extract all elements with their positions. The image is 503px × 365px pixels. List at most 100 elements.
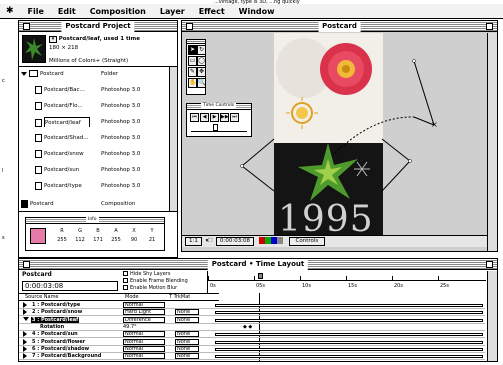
project-row[interactable]: Postcard/Flo... Photoshop 3.0 [21,101,167,111]
project-row[interactable]: Postcard Folder [21,69,167,79]
menu-layer[interactable]: Layer [160,7,185,16]
checkbox-icon[interactable] [123,285,128,290]
layer-row[interactable]: 6 : Postcard/shadow Normal None [19,345,485,353]
document-icon [35,118,42,127]
menu-file[interactable]: File [28,7,44,16]
close-box-icon[interactable] [23,261,30,268]
property-row[interactable]: Rotation 49.7° ◆ ◆ [19,324,485,331]
first-frame-button[interactable]: ⏮ [190,113,199,122]
prev-frame-button[interactable]: ◀ [200,113,209,122]
hand-tool-icon[interactable]: ✋ [188,78,197,88]
layer-row[interactable]: 7 : Postcard/Background Normal None [19,353,485,361]
selection-tool-icon[interactable]: ➤ [188,45,197,55]
timeline-option[interactable]: Hide Shy Layers [123,271,170,278]
timeline-titlebar[interactable]: Postcard • Time Layout [19,259,497,270]
layer-name: Rotation [40,323,65,330]
layer-row[interactable]: 4 : Postcard/sun Normal None [19,331,485,339]
project-row[interactable]: Postcard/snow Photoshop 3.0 [21,149,167,159]
layer-row[interactable]: 3 : Postcard/leaf Difference None [19,316,485,324]
time-slider-thumb[interactable] [213,124,218,131]
layer-trkmat[interactable]: None [175,345,199,352]
menu-composition[interactable]: Composition [90,7,146,16]
comp-timecode[interactable]: 0:00:03:08 [215,237,255,246]
timeline-option[interactable]: Enable Motion Blur [123,285,177,292]
apple-menu-icon[interactable]: ✱ [6,6,14,16]
layer-mode[interactable]: Hard Light [123,309,165,316]
layer-trkmat[interactable]: None [175,353,199,360]
ruler-label: 05s [256,283,265,289]
layer-duration-bar[interactable] [215,333,483,337]
layer-duration-bar[interactable] [215,340,483,344]
layer-mode[interactable]: Normal [123,302,165,308]
disclosure-triangle-icon[interactable] [23,353,27,360]
disclosure-triangle-icon[interactable] [23,309,27,316]
checkbox-icon[interactable] [123,278,128,283]
layer-mode[interactable]: Normal [123,345,165,352]
layer-mode[interactable]: Difference [123,316,165,323]
menu-effect[interactable]: Effect [199,7,225,16]
menu-bar: ✱ File Edit Composition Layer Effect Win… [0,4,503,19]
timeline-timecode[interactable]: 0:00:03:08 [22,281,118,291]
zoom-box-icon[interactable] [486,261,493,268]
layer-duration-bar[interactable] [215,318,483,322]
project-row[interactable]: Postcard/Shad... Photoshop 3.0 [21,133,167,143]
disclosure-triangle-icon[interactable] [23,302,27,308]
next-frame-button[interactable]: ▶▶ [220,113,229,122]
layer-row[interactable]: 5 : Postcard/flower Normal None [19,338,485,346]
time-slider[interactable] [191,126,247,132]
zoom-tool-icon[interactable]: 🔍 [197,78,206,88]
item-popup-icon[interactable]: ▾ [49,36,57,43]
project-titlebar[interactable]: Postcard Project [19,21,177,32]
timeline-scrollbar[interactable] [487,271,497,361]
zoom-level-popup[interactable]: 1:1 [185,237,202,246]
safe-zone-icon[interactable]: ▾⛶ [206,238,213,244]
project-row[interactable]: Postcard/leaf Photoshop 3.0 [21,117,167,127]
layer-row[interactable]: 2 : Postcard/snow Hard Light None [19,309,485,317]
keyframe-icon[interactable]: ◆ ◆ [243,324,252,330]
project-row[interactable]: Postcard/type Photoshop 3.0 [21,181,167,191]
pen-tool-icon[interactable]: ✎ [188,67,197,77]
timeline-option[interactable]: Enable Frame Blending [123,278,188,285]
last-frame-button[interactable]: ⏭ [230,113,239,122]
disclosure-triangle-icon[interactable] [21,71,27,76]
oval-mask-tool-icon[interactable]: ◯ [197,56,206,66]
controls-popup[interactable]: Controls [288,237,326,246]
play-button[interactable]: ▶ [210,113,219,122]
project-row[interactable]: Postcard/Bac... Photoshop 3.0 [21,85,167,95]
disclosure-triangle-icon[interactable] [23,338,27,345]
disclosure-triangle-icon[interactable] [23,317,29,322]
comp-scrollbar-v[interactable] [487,33,497,251]
layer-duration-bar[interactable] [215,311,483,315]
layer-trkmat[interactable]: None [175,316,199,323]
ruler-label: 20s [394,283,403,289]
menu-edit[interactable]: Edit [58,7,76,16]
layer-trkmat[interactable]: None [175,331,199,338]
layer-duration-bar[interactable] [215,347,483,351]
color-channel-icons[interactable] [258,237,283,244]
rotate-tool-icon[interactable]: ↻ [197,45,206,55]
menu-window[interactable]: Window [239,7,275,16]
disclosure-triangle-icon[interactable] [23,345,27,352]
layer-row[interactable]: 1 : Postcard/type Normal [19,302,485,309]
close-box-icon[interactable] [23,23,30,30]
rect-mask-tool-icon[interactable]: ▭ [188,56,197,66]
layer-mode[interactable]: Normal [123,331,165,338]
project-scrollbar[interactable] [169,67,177,211]
layer-mode[interactable]: Normal [123,353,165,360]
layer-name: 1 : Postcard/type [32,302,81,308]
layer-mode[interactable]: Normal [123,338,165,345]
tools-palette: ➤ ↻ ▭ ◯ ✎ ✥ ✋ 🔍 [186,39,206,95]
anchor-tool-icon[interactable]: ✥ [197,67,206,77]
timeline-comp-tab[interactable]: Postcard [22,271,52,278]
layer-duration-bar[interactable] [215,304,483,307]
layer-trkmat[interactable]: None [175,309,199,316]
layer-duration-bar[interactable] [215,355,483,359]
checkbox-icon[interactable] [123,271,128,276]
project-row[interactable]: Postcard/sun Photoshop 3.0 [21,165,167,175]
info-value: 171 [93,237,103,243]
disclosure-triangle-icon[interactable] [23,331,27,338]
layer-trkmat[interactable]: None [175,338,199,345]
info-title: Info [86,217,99,222]
current-time-marker[interactable] [258,273,263,279]
project-row[interactable]: Postcard Composition [21,199,167,209]
